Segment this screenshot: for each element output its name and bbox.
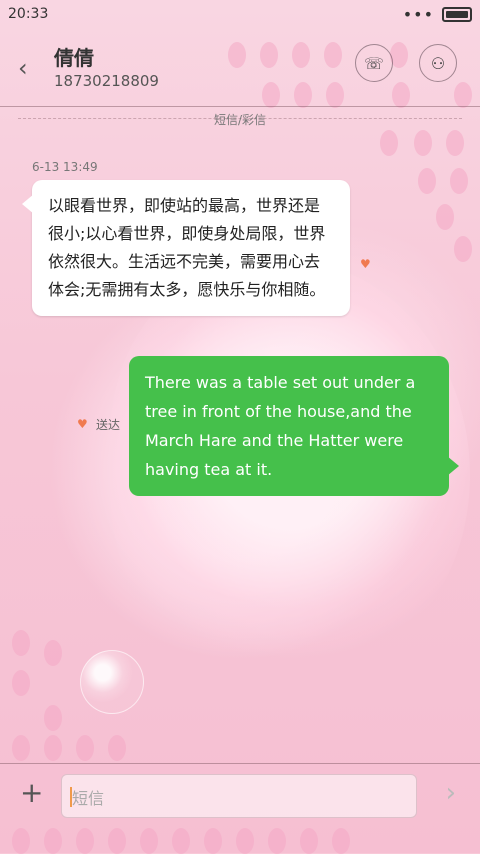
status-bar: 20:33 ••• [0,0,480,28]
send-icon[interactable]: › [446,778,456,808]
contact-name: 倩倩 [54,46,94,70]
composer-bar: + 短信 › [0,763,480,824]
back-icon[interactable]: ‹ [18,54,28,82]
outgoing-message-bubble[interactable]: There was a table set out under a tree i… [129,356,459,496]
more-dots-icon: ••• [402,4,434,24]
bubble-decoration [80,650,144,714]
status-time: 20:33 [8,6,49,22]
heart-icon: ♥ [360,257,371,271]
contact-profile-button[interactable]: ⚇ [419,44,457,82]
phone-icon: ☏ [363,53,384,73]
delivery-status: 送达 [96,418,121,432]
conversation-header: ‹ 倩倩 18730218809 ☏ ⚇ [0,28,480,107]
message-timestamp: 6-13 13:49 [32,160,98,174]
add-attachment-icon[interactable]: + [20,776,43,809]
incoming-message-bubble[interactable]: 以眼看世界，即使站的最高，世界还是很小;以心看世界，即使身处局限，世界依然很大。… [22,180,350,316]
channel-label: 短信/彩信 [213,112,267,127]
person-icon: ⚇ [430,53,446,73]
status-indicators: ••• [403,5,472,24]
contact-number: 18730218809 [54,72,159,90]
channel-divider: 短信/彩信 [18,113,462,139]
message-input[interactable]: 短信 [61,774,417,818]
heart-icon: ♥ [77,417,88,431]
call-button[interactable]: ☏ [355,44,393,82]
battery-icon [442,6,472,22]
message-input-placeholder: 短信 [72,789,105,808]
